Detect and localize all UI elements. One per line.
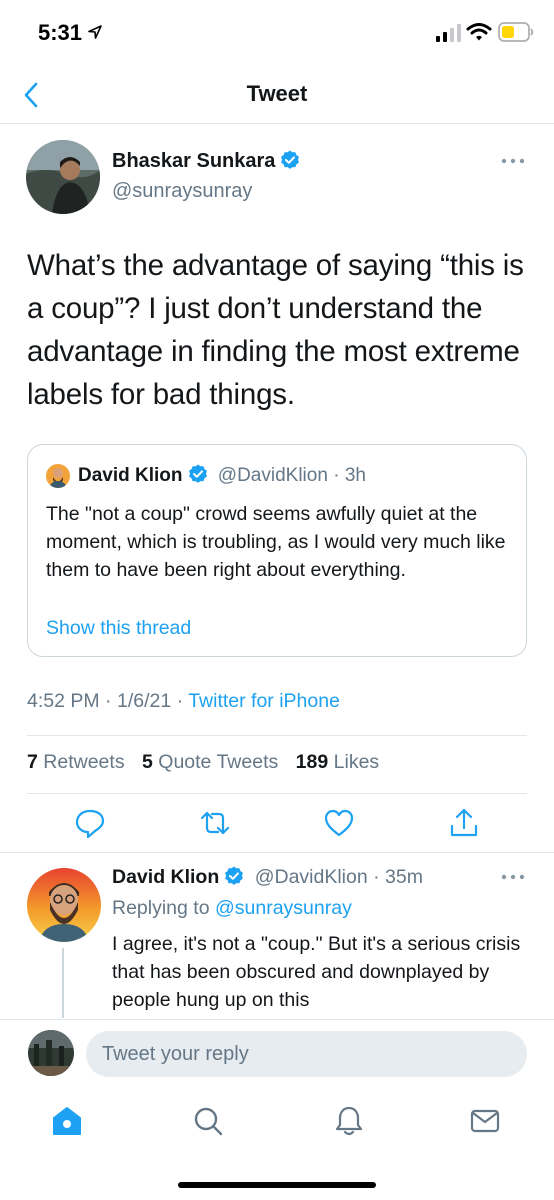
- quoted-tweet-text: The "not a coup" crowd seems awfully qui…: [46, 503, 506, 581]
- messages-icon[interactable]: [468, 1104, 502, 1138]
- tweet-stats: 7 Retweets 5 Quote Tweets 189 Likes: [27, 751, 391, 774]
- reply-icon[interactable]: [73, 806, 107, 840]
- more-options-icon[interactable]: [500, 872, 526, 882]
- tweet-text: What’s the advantage of saying “this is …: [27, 249, 524, 411]
- retweet-icon[interactable]: [198, 806, 232, 840]
- show-thread-link[interactable]: Show this thread: [46, 617, 191, 640]
- quoted-tweet-header: David Klion @DavidKlion · 3h: [78, 464, 366, 487]
- quoted-tweet-age: 3h: [344, 465, 366, 486]
- replying-to: Replying to @sunraysunray: [112, 897, 352, 920]
- author-avatar[interactable]: [26, 140, 100, 214]
- quote-tweets-label: Quote Tweets: [158, 751, 279, 773]
- cellular-signal-icon: [436, 24, 461, 42]
- separator-dot: ·: [176, 690, 184, 712]
- quoted-author-handle: @DavidKlion: [217, 465, 328, 486]
- thread-line: [62, 948, 64, 1020]
- separator-dot: ·: [333, 465, 340, 486]
- reply-age: 35m: [385, 866, 423, 888]
- tweet-time: 4:52 PM: [27, 690, 100, 712]
- like-icon[interactable]: [322, 806, 356, 840]
- divider: [0, 852, 554, 853]
- tweet-source-link[interactable]: Twitter for iPhone: [188, 690, 340, 712]
- likes-label: Likes: [333, 751, 380, 773]
- notifications-icon[interactable]: [332, 1104, 366, 1138]
- verified-badge-icon: [188, 464, 207, 483]
- quote-tweets-stat[interactable]: 5 Quote Tweets: [142, 751, 290, 773]
- reply-author-name[interactable]: David Klion: [112, 866, 219, 888]
- composer-divider: [0, 1019, 554, 1020]
- search-icon[interactable]: [191, 1104, 225, 1138]
- header-divider: [0, 123, 554, 124]
- divider: [27, 735, 527, 736]
- battery-icon: [498, 22, 534, 42]
- verified-badge-icon: [225, 866, 244, 885]
- divider: [27, 793, 527, 794]
- wifi-icon: [466, 23, 492, 41]
- tweet-date: 1/6/21: [116, 690, 172, 712]
- tweet-timestamp: 4:52 PM · 1/6/21 · Twitter for iPhone: [27, 690, 340, 713]
- quote-tweets-count: 5: [142, 751, 153, 773]
- author-handle[interactable]: @sunraysunray: [112, 180, 252, 203]
- current-user-avatar[interactable]: [28, 1030, 74, 1076]
- quoted-author-avatar: [46, 464, 70, 488]
- retweets-label: Retweets: [43, 751, 125, 773]
- replying-to-handle[interactable]: @sunraysunray: [215, 897, 352, 919]
- retweets-count: 7: [27, 751, 38, 773]
- author-name-text: Bhaskar Sunkara: [112, 150, 276, 172]
- reply-input[interactable]: [86, 1031, 527, 1077]
- status-time: 5:31: [38, 20, 83, 45]
- verified-badge-icon: [281, 150, 300, 169]
- more-options-icon[interactable]: [500, 156, 526, 166]
- share-icon[interactable]: [447, 806, 481, 840]
- reply-header: David Klion @DavidKlion · 35m: [112, 866, 423, 889]
- home-icon[interactable]: [50, 1104, 84, 1138]
- reply-author-avatar[interactable]: [27, 868, 101, 942]
- home-indicator: [178, 1182, 376, 1188]
- separator-dot: ·: [105, 690, 112, 712]
- retweets-stat[interactable]: 7 Retweets: [27, 751, 137, 773]
- likes-stat[interactable]: 189 Likes: [296, 751, 392, 773]
- reply-author-handle[interactable]: @DavidKlion: [255, 866, 368, 888]
- separator-dot: ·: [373, 866, 380, 888]
- quoted-author-name: David Klion: [78, 465, 183, 486]
- location-arrow-icon: [88, 25, 102, 39]
- author-name[interactable]: Bhaskar Sunkara: [112, 150, 300, 173]
- replying-to-label: Replying to: [112, 897, 210, 919]
- likes-count: 189: [295, 751, 329, 773]
- page-title: Tweet: [246, 81, 308, 106]
- reply-text: I agree, it's not a "coup." But it's a s…: [112, 933, 521, 1011]
